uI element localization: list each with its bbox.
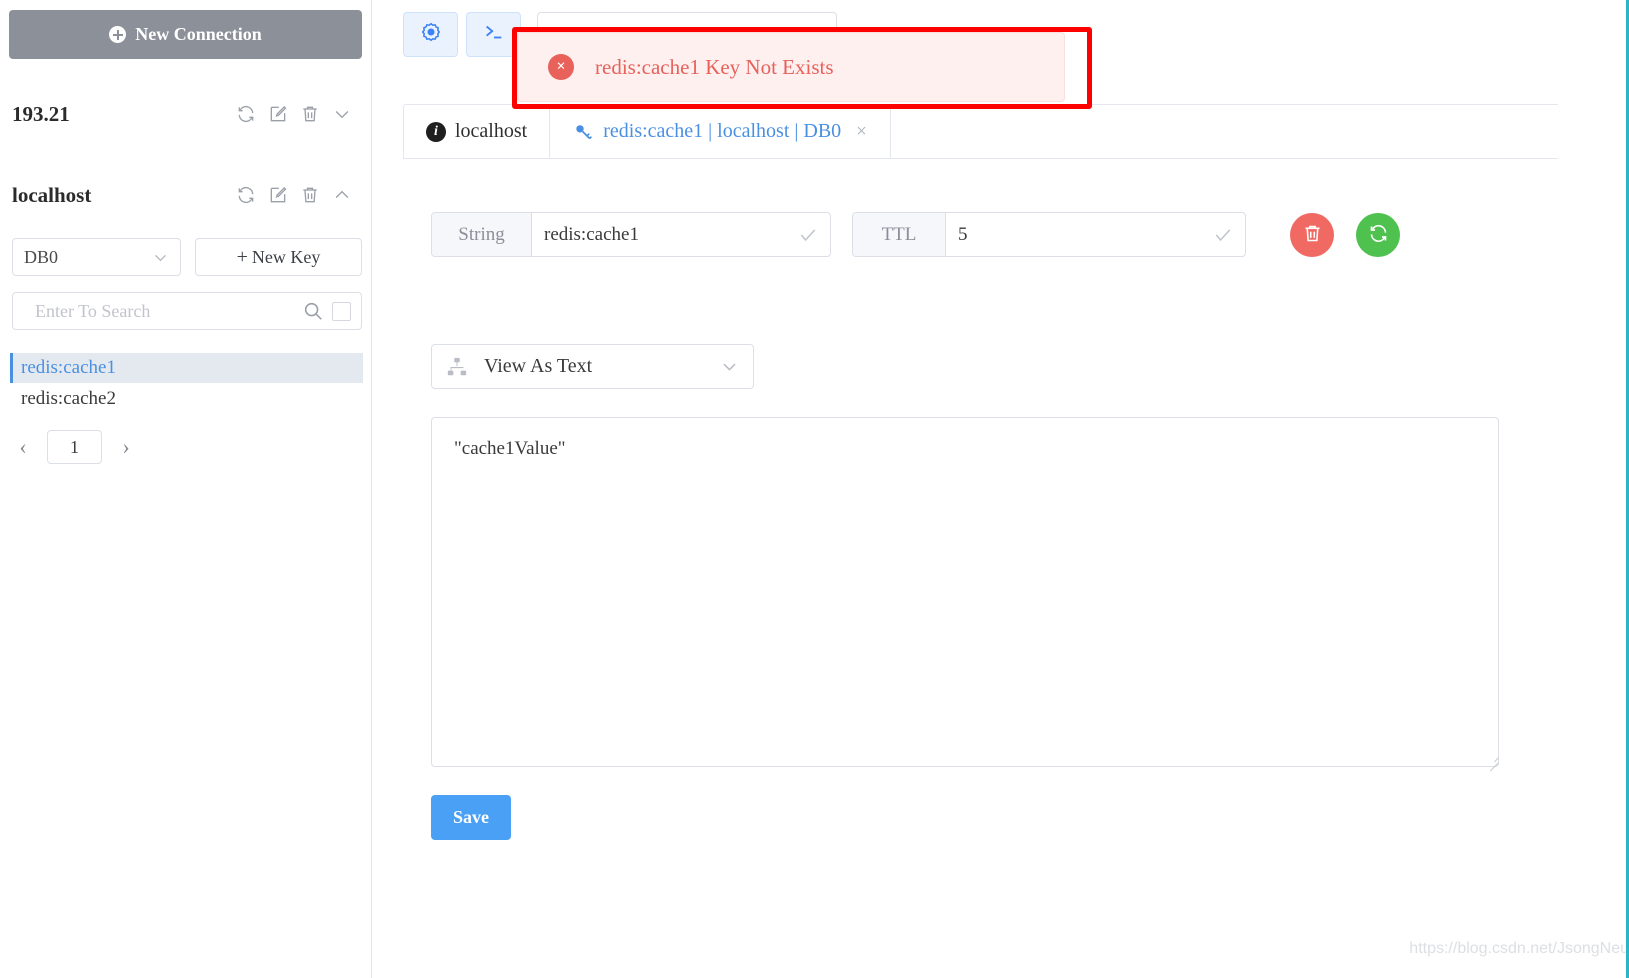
new-connection-button[interactable]: New Connection [9,10,362,59]
error-circle-icon[interactable]: × [548,54,574,80]
ttl-input[interactable] [958,223,1213,246]
select-all-checkbox[interactable] [332,301,351,321]
ttl-field: TTL [852,212,1246,257]
chevron-right-icon[interactable]: › [113,430,139,464]
close-icon[interactable]: × [856,121,867,143]
sitemap-icon [446,356,468,378]
trash-icon [1302,223,1323,247]
plus-icon: + [236,246,248,268]
key-label: redis:cache2 [21,388,116,409]
gear-icon [420,21,442,48]
key-search-box [12,292,362,330]
connection-row-localhost[interactable]: localhost [0,180,372,210]
refresh-icon[interactable] [236,185,256,205]
info-icon: i [426,121,446,142]
search-input[interactable] [35,300,302,322]
key-name-input-wrap [532,213,830,256]
edit-icon[interactable] [268,104,288,124]
view-as-label: View As Text [484,355,593,377]
terminal-icon [483,21,505,48]
page-number[interactable]: 1 [47,430,102,464]
delete-key-button[interactable] [1290,212,1334,257]
new-key-button[interactable]: + New Key [195,238,362,276]
plus-circle-icon [109,26,127,43]
refresh-key-button[interactable] [1356,212,1400,257]
tab-label: redis:cache1 | localhost | DB0 [603,120,842,142]
key-label: redis:cache1 [21,357,116,378]
db-select-value: DB0 [24,246,59,267]
error-toast-message: redis:cache1 Key Not Exists [595,54,834,79]
list-item[interactable]: redis:cache2 [10,384,363,414]
new-connection-label: New Connection [135,24,262,44]
tab-label: localhost [455,120,528,142]
check-icon[interactable] [1213,225,1233,245]
main-panel: i localhost redis:cache1 | localhost | D… [373,0,1629,978]
sidebar: New Connection 193.21 localhost DB0 + Ne… [0,0,372,978]
new-key-label: New Key [251,246,321,267]
ttl-input-wrap [946,213,1245,256]
value-editor[interactable] [431,417,1499,767]
error-toast-highlight: × redis:cache1 Key Not Exists [512,27,1092,109]
trash-icon[interactable] [300,185,320,205]
settings-button[interactable] [403,12,458,57]
ttl-label: TTL [853,213,946,256]
key-type-field: String [431,212,831,257]
db-select[interactable]: DB0 [12,238,181,276]
tab-localhost[interactable]: i localhost [403,104,551,158]
connection-name: 193.21 [12,101,70,126]
refresh-icon [1368,223,1389,247]
chevron-down-icon[interactable] [332,104,352,124]
key-name-input[interactable] [544,223,798,246]
chevron-up-icon[interactable] [332,185,352,205]
view-as-select[interactable]: View As Text [431,344,754,389]
connection-row-193-21[interactable]: 193.21 [0,99,372,129]
tab-bar: i localhost redis:cache1 | localhost | D… [403,104,1558,159]
chevron-left-icon[interactable]: ‹ [10,430,36,464]
check-icon[interactable] [798,225,818,245]
key-icon [573,121,594,142]
pager: ‹ 1 › [10,430,139,464]
tab-redis-cache1[interactable]: redis:cache1 | localhost | DB0 × [550,104,890,158]
search-icon[interactable] [302,300,324,322]
key-type-label: String [432,213,532,256]
chevron-down-icon [720,357,739,376]
db-row: DB0 + New Key [12,238,362,276]
key-editor-bar: String TTL [431,212,1400,257]
list-item[interactable]: redis:cache1 [10,353,363,383]
trash-icon[interactable] [300,104,320,124]
watermark: https://blog.csdn.net/JsongNeu [1409,940,1629,957]
connection-name: localhost [12,182,92,207]
tab-bar-filler [889,104,1558,158]
error-toast: × redis:cache1 Key Not Exists [517,32,1065,102]
save-button[interactable]: Save [431,795,511,840]
refresh-icon[interactable] [236,104,256,124]
chevron-down-icon [152,249,169,266]
edit-icon[interactable] [268,185,288,205]
